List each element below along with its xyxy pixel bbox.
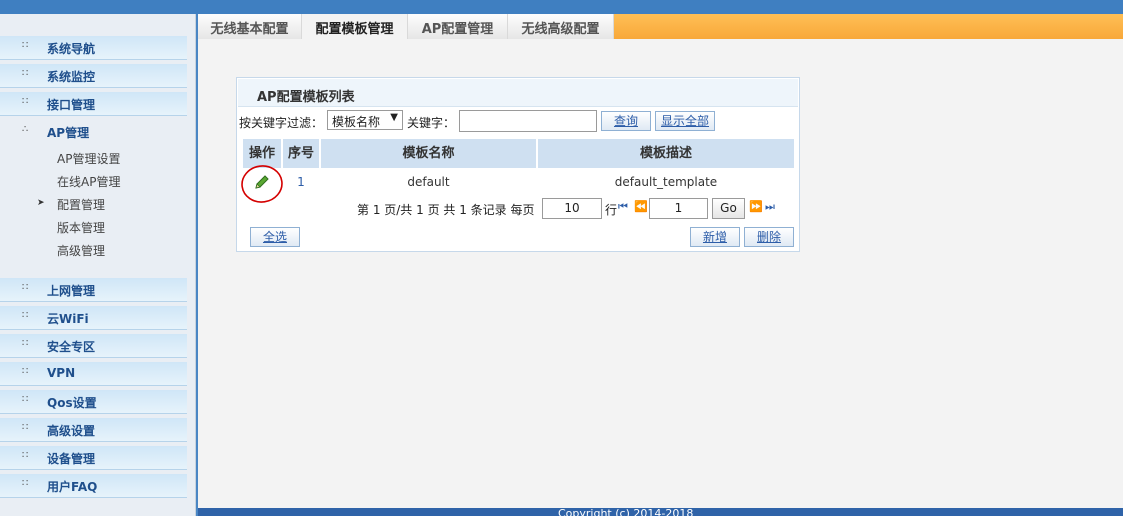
page-number-input[interactable]: 1: [649, 198, 708, 219]
expand-arrow-icon: ∷: [22, 422, 29, 433]
expand-arrow-icon: ∷: [22, 68, 29, 79]
sidebar-item-label: Qos设置: [47, 396, 97, 410]
next-page-icon[interactable]: ⏩: [749, 200, 763, 213]
add-button[interactable]: 新增: [690, 227, 740, 247]
sidebar-subitem-version[interactable]: 版本管理: [57, 219, 105, 236]
cell-template-description: default_template: [614, 175, 718, 189]
expand-arrow-icon: ∷: [22, 394, 29, 405]
sidebar-item-faq[interactable]: ∷ 用户FAQ: [0, 474, 187, 498]
tab-ap-config[interactable]: AP配置管理: [408, 14, 508, 39]
sidebar-item-ap-management[interactable]: ∴ AP管理: [0, 120, 187, 144]
sidebar-item-interface[interactable]: ∷ 接口管理: [0, 92, 187, 116]
sidebar-subitem-config-management[interactable]: 配置管理: [57, 196, 105, 213]
footer-copyright: Copyright (c) 2014-2018: [558, 508, 694, 516]
sidebar-item-label: 云WiFi: [47, 312, 89, 326]
expand-arrow-icon: ∷: [22, 478, 29, 489]
sidebar-item-label: 高级设置: [47, 424, 96, 438]
query-button[interactable]: 查询: [601, 111, 651, 131]
sidebar-item-label: 接口管理: [47, 98, 96, 112]
column-header-name: 模板名称: [321, 139, 536, 168]
sidebar-item-label: 上网管理: [47, 284, 96, 298]
keyword-input[interactable]: [459, 110, 597, 132]
tab-wireless-advanced[interactable]: 无线高级配置: [508, 14, 614, 39]
per-page-input[interactable]: 10: [542, 198, 602, 219]
expand-arrow-icon: ∷: [22, 366, 29, 377]
first-page-icon[interactable]: ⏮: [618, 200, 628, 214]
expand-arrow-icon: ∷: [22, 40, 29, 51]
sidebar-item-security[interactable]: ∷ 安全专区: [0, 334, 187, 358]
column-header-action: 操作: [243, 139, 281, 168]
sidebar-item-label: VPN: [47, 366, 76, 380]
expand-arrow-icon: ∷: [22, 310, 29, 321]
expand-arrow-icon: ∷: [22, 96, 29, 107]
sidebar-item-device[interactable]: ∷ 设备管理: [0, 446, 187, 470]
top-header-bar: [0, 0, 1123, 14]
panel-header: AP配置模板列表: [238, 79, 798, 107]
show-all-button[interactable]: 显示全部: [655, 111, 715, 131]
panel-title: AP配置模板列表: [257, 90, 355, 105]
tab-template-management[interactable]: 配置模板管理: [302, 14, 408, 39]
filter-field-select[interactable]: 模板名称 ▼: [327, 110, 403, 130]
sidebar-item-vpn[interactable]: ∷ VPN: [0, 362, 187, 386]
collapse-arrow-icon: ∴: [22, 124, 29, 135]
sidebar-item-internet[interactable]: ∷ 上网管理: [0, 278, 187, 302]
dropdown-caret-icon: ▼: [390, 112, 398, 123]
expand-arrow-icon: ∷: [22, 282, 29, 293]
current-arrow-icon: ➤: [37, 198, 45, 208]
previous-page-icon[interactable]: ⏪: [634, 200, 648, 213]
sidebar-item-label: 系统监控: [47, 70, 96, 84]
delete-button[interactable]: 删除: [744, 227, 794, 247]
sidebar-subitem-advanced[interactable]: 高级管理: [57, 242, 105, 259]
sidebar-subitem-ap-settings[interactable]: AP管理设置: [57, 150, 120, 167]
sidebar-item-cloud-wifi[interactable]: ∷ 云WiFi: [0, 306, 187, 330]
expand-arrow-icon: ∷: [22, 338, 29, 349]
sidebar-item-system-monitor[interactable]: ∷ 系统监控: [0, 64, 187, 88]
sidebar-item-advanced-settings[interactable]: ∷ 高级设置: [0, 418, 187, 442]
column-header-description: 模板描述: [538, 139, 794, 168]
sidebar-item-label: AP管理: [47, 126, 90, 140]
tab-wireless-basic[interactable]: 无线基本配置: [198, 14, 302, 39]
sidebar-subitem-online-ap[interactable]: 在线AP管理: [57, 173, 120, 190]
filter-select-value: 模板名称: [332, 115, 381, 129]
last-page-icon[interactable]: ⏭: [765, 200, 775, 214]
footer: Copyright (c) 2014-2018: [198, 508, 1123, 516]
sidebar-item-label: 安全专区: [47, 340, 96, 354]
keyword-label: 关键字：: [407, 116, 456, 130]
sidebar-item-label: 设备管理: [47, 452, 96, 466]
sidebar-item-system-nav[interactable]: ∷ 系统导航: [0, 36, 187, 60]
sidebar-item-label: 系统导航: [47, 42, 96, 56]
select-all-button[interactable]: 全选: [250, 227, 300, 247]
go-button[interactable]: Go: [712, 198, 745, 219]
filter-label: 按关键字过滤：: [239, 116, 324, 130]
sidebar-item-label: 用户FAQ: [47, 480, 98, 494]
cell-template-name: default: [407, 175, 450, 189]
edit-pencil-icon[interactable]: [253, 173, 271, 191]
pager-summary: 第 1 页/共 1 页 共 1 条记录 每页: [357, 203, 535, 217]
tab-bar: 无线基本配置 配置模板管理 AP配置管理 无线高级配置: [198, 14, 1123, 39]
column-header-index: 序号: [283, 139, 319, 168]
sidebar-item-qos[interactable]: ∷ Qos设置: [0, 390, 187, 414]
row-unit-label: 行: [605, 203, 618, 217]
expand-arrow-icon: ∷: [22, 450, 29, 461]
cell-index: 1: [297, 175, 305, 189]
